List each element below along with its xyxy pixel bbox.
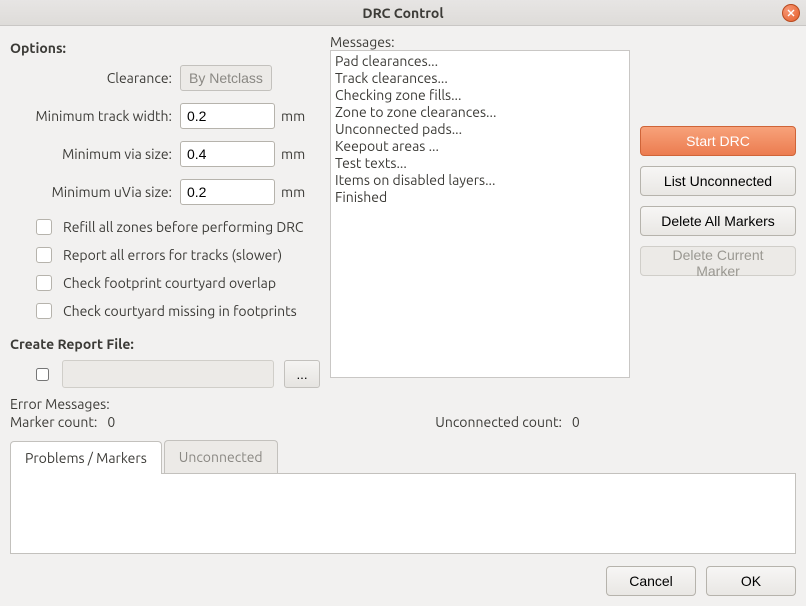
tab-unconnected[interactable]: Unconnected (164, 440, 278, 473)
messages-text: Pad clearances... Track clearances... Ch… (335, 53, 625, 206)
cancel-button[interactable]: Cancel (606, 566, 696, 596)
messages-box: Pad clearances... Track clearances... Ch… (330, 50, 630, 378)
options-panel: Options: Clearance: By Netclass Minimum … (10, 34, 320, 388)
marker-count-label: Marker count: (10, 414, 97, 430)
min-uvia-input[interactable] (180, 179, 275, 205)
min-uvia-label: Minimum uVia size: (10, 184, 180, 200)
min-track-input[interactable] (180, 103, 275, 129)
tab-problems[interactable]: Problems / Markers (10, 441, 162, 474)
courtyard-missing-label: Check courtyard missing in footprints (63, 303, 297, 319)
unconnected-count-value: 0 (572, 414, 580, 430)
report-all-checkbox[interactable] (36, 247, 52, 263)
list-unconnected-button[interactable]: List Unconnected (640, 166, 796, 196)
marker-count-value: 0 (107, 414, 115, 430)
create-report-checkbox[interactable] (36, 368, 49, 381)
browse-button[interactable]: ... (284, 360, 320, 388)
delete-all-markers-button[interactable]: Delete All Markers (640, 206, 796, 236)
window-title: DRC Control (362, 5, 443, 21)
courtyard-missing-checkbox[interactable] (36, 303, 52, 319)
messages-panel: Messages: Pad clearances... Track cleara… (330, 34, 630, 388)
actions-panel: Start DRC List Unconnected Delete All Ma… (640, 34, 796, 388)
courtyard-overlap-checkbox[interactable] (36, 275, 52, 291)
clearance-button[interactable]: By Netclass (180, 65, 272, 91)
options-header: Options: (10, 40, 320, 56)
error-messages-header: Error Messages: (10, 396, 796, 412)
refill-zones-label: Refill all zones before performing DRC (63, 219, 303, 235)
min-via-input[interactable] (180, 141, 275, 167)
start-drc-button[interactable]: Start DRC (640, 126, 796, 156)
ok-button[interactable]: OK (706, 566, 796, 596)
unit-label: mm (281, 108, 305, 124)
tab-bar: Problems / Markers Unconnected (10, 440, 796, 474)
close-icon (787, 9, 795, 17)
clearance-label: Clearance: (10, 70, 180, 86)
min-via-label: Minimum via size: (10, 146, 180, 162)
report-all-label: Report all errors for tracks (slower) (63, 247, 282, 263)
messages-header: Messages: (330, 34, 630, 50)
delete-current-marker-button: Delete Current Marker (640, 246, 796, 276)
close-button[interactable] (782, 4, 800, 22)
refill-zones-checkbox[interactable] (36, 219, 52, 235)
report-header: Create Report File: (10, 336, 320, 352)
tab-panel (10, 474, 796, 554)
courtyard-overlap-label: Check footprint courtyard overlap (63, 275, 276, 291)
unit-label: mm (281, 146, 305, 162)
unconnected-count-label: Unconnected count: (435, 414, 562, 430)
min-track-label: Minimum track width: (10, 108, 180, 124)
report-path-input[interactable] (62, 360, 274, 388)
title-bar: DRC Control (0, 0, 806, 26)
unit-label: mm (281, 184, 305, 200)
